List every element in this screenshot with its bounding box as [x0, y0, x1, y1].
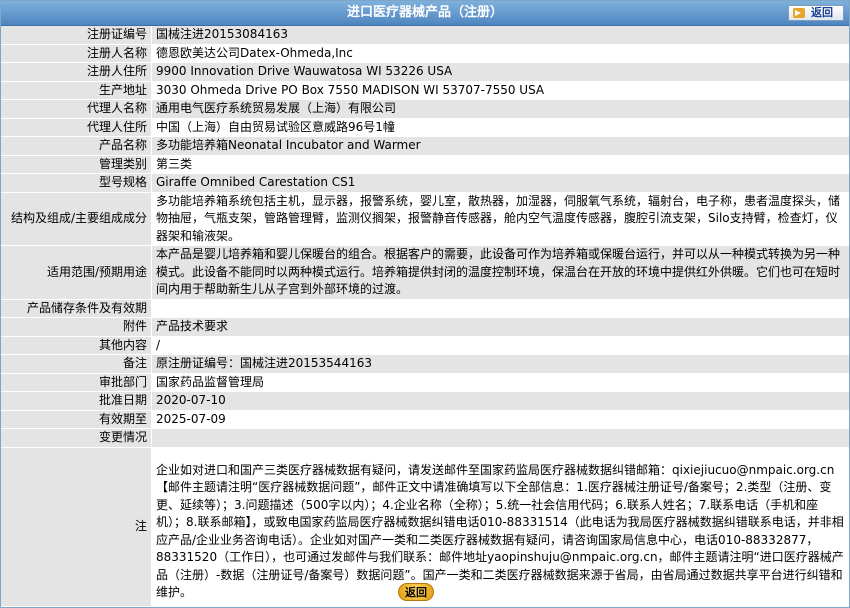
value-reg-no: 国械注进20153084163	[151, 26, 849, 45]
value-attachment: 产品技术要求	[151, 317, 849, 337]
value-structure: 多功能培养箱系统包括主机，显示器，报警系统，婴儿室，散热器，加湿器，伺服氧气系统…	[151, 192, 849, 246]
value-changes	[151, 428, 849, 448]
value-category: 第三类	[151, 155, 849, 174]
label-other: 其他内容	[1, 336, 152, 355]
title-bar: 进口医疗器械产品（注册） 返回	[1, 1, 849, 26]
value-registrant-name: 德恩欧美达公司Datex-Ohmeda,Inc	[151, 44, 849, 63]
value-intended-use: 本产品是婴儿培养箱和婴儿保暖台的组合。根据客户的需要，此设备可作为培养箱或保暖台…	[151, 245, 849, 300]
row-storage: 产品储存条件及有效期	[1, 299, 849, 318]
label-valid-until: 有效期至	[1, 410, 152, 429]
value-remark: 原注册证编号：国械注进20153544163	[151, 354, 849, 374]
page-title: 进口医疗器械产品（注册）	[346, 5, 503, 20]
product-info-table: 注册证编号 国械注进20153084163 注册人名称 德恩欧美达公司Datex…	[1, 26, 849, 607]
value-product-name: 多功能培养箱Neonatal Incubator and Warmer	[151, 136, 849, 156]
value-valid-until: 2025-07-09	[151, 410, 849, 429]
value-storage	[151, 299, 849, 318]
label-changes: 变更情况	[1, 428, 152, 448]
label-agent-address: 代理人住所	[1, 118, 152, 137]
value-note: 企业如对进口和国产三类医疗器械数据有疑问，请发送邮件至国家药监局医疗器械数据纠错…	[151, 447, 849, 607]
label-attachment: 附件	[1, 317, 152, 337]
label-intended-use: 适用范围/预期用途	[1, 245, 152, 300]
back-button-top[interactable]: 返回	[788, 5, 844, 21]
row-remark: 备注 原注册证编号：国械注进20153544163	[1, 354, 849, 374]
value-registrant-address: 9900 Innovation Drive Wauwatosa WI 53226…	[151, 62, 849, 82]
label-reg-no: 注册证编号	[1, 26, 152, 45]
label-category: 管理类别	[1, 155, 152, 174]
row-category: 管理类别 第三类	[1, 155, 849, 174]
row-production-address: 生产地址 3030 Ohmeda Drive PO Box 7550 MADIS…	[1, 81, 849, 100]
label-approval-dept: 审批部门	[1, 373, 152, 392]
row-intended-use: 适用范围/预期用途 本产品是婴儿培养箱和婴儿保暖台的组合。根据客户的需要，此设备…	[1, 245, 849, 300]
row-registrant-address: 注册人住所 9900 Innovation Drive Wauwatosa WI…	[1, 62, 849, 82]
value-approval-dept: 国家药品监督管理局	[151, 373, 849, 392]
label-registrant-address: 注册人住所	[1, 62, 152, 82]
value-agent-address: 中国（上海）自由贸易试验区意威路96号1幢	[151, 118, 849, 137]
row-reg-no: 注册证编号 国械注进20153084163	[1, 26, 849, 45]
row-agent-name: 代理人名称 通用电气医疗系统贸易发展（上海）有限公司	[1, 99, 849, 119]
back-button-bottom[interactable]: 返回	[398, 583, 434, 601]
label-agent-name: 代理人名称	[1, 99, 152, 119]
row-structure: 结构及组成/主要组成成分 多功能培养箱系统包括主机，显示器，报警系统，婴儿室，散…	[1, 192, 849, 246]
row-other: 其他内容 /	[1, 336, 849, 355]
row-product-name: 产品名称 多功能培养箱Neonatal Incubator and Warmer	[1, 136, 849, 156]
row-valid-until: 有效期至 2025-07-09	[1, 410, 849, 429]
value-other: /	[151, 336, 849, 355]
value-approval-date: 2020-07-10	[151, 391, 849, 411]
value-agent-name: 通用电气医疗系统贸易发展（上海）有限公司	[151, 99, 849, 119]
label-storage: 产品储存条件及有效期	[1, 299, 152, 318]
label-note: 注	[1, 447, 152, 607]
row-attachment: 附件 产品技术要求	[1, 317, 849, 337]
label-model: 型号规格	[1, 173, 152, 193]
row-agent-address: 代理人住所 中国（上海）自由贸易试验区意威路96号1幢	[1, 118, 849, 137]
row-changes: 变更情况	[1, 428, 849, 448]
row-approval-date: 批准日期 2020-07-10	[1, 391, 849, 411]
back-button-top-label: 返回	[811, 6, 833, 19]
row-registrant-name: 注册人名称 德恩欧美达公司Datex-Ohmeda,Inc	[1, 44, 849, 63]
value-model: Giraffe Omnibed Carestation CS1	[151, 173, 849, 193]
row-approval-dept: 审批部门 国家药品监督管理局	[1, 373, 849, 392]
value-production-address: 3030 Ohmeda Drive PO Box 7550 MADISON WI…	[151, 81, 849, 100]
label-structure: 结构及组成/主要组成成分	[1, 192, 152, 246]
page-frame: 进口医疗器械产品（注册） 返回 注册证编号 国械注进20153084163 注册…	[0, 0, 850, 608]
arrow-right-icon	[793, 8, 805, 18]
label-remark: 备注	[1, 354, 152, 374]
row-model: 型号规格 Giraffe Omnibed Carestation CS1	[1, 173, 849, 193]
label-registrant-name: 注册人名称	[1, 44, 152, 63]
label-approval-date: 批准日期	[1, 391, 152, 411]
label-production-address: 生产地址	[1, 81, 152, 100]
back-button-bottom-label: 返回	[405, 586, 427, 599]
label-product-name: 产品名称	[1, 136, 152, 156]
